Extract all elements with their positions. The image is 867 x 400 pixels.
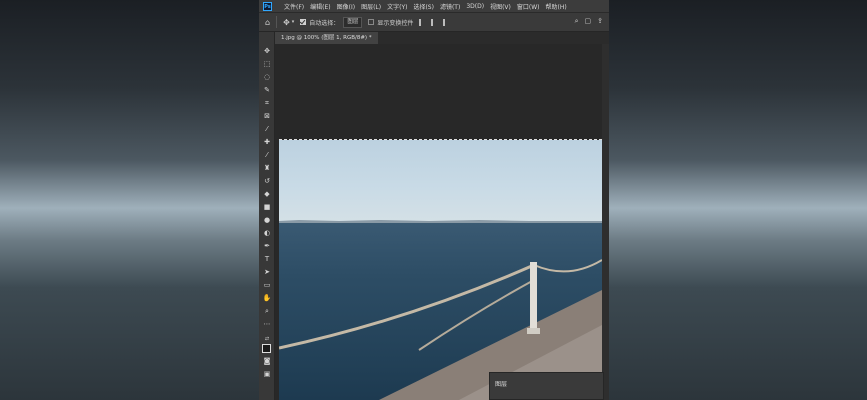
menu-help[interactable]: 帮助(H) <box>546 2 567 11</box>
align-right-icon[interactable] <box>443 18 451 26</box>
zoom-tool-icon[interactable]: ⌕ <box>262 306 272 316</box>
share-icon[interactable]: ⇪ <box>597 17 603 26</box>
dodge-tool-icon[interactable]: ◐ <box>262 228 272 238</box>
options-right-icons: ⌕ ▢ ⇪ <box>569 17 603 26</box>
frame-tool-icon[interactable]: ⊠ <box>262 111 272 121</box>
auto-select-checkbox[interactable] <box>300 19 307 25</box>
photoshop-logo: Ps <box>263 1 272 11</box>
history-brush-tool-icon[interactable]: ↺ <box>262 176 272 186</box>
show-transform-checkbox[interactable] <box>368 19 375 25</box>
path-select-tool-icon[interactable]: ➤ <box>262 267 272 277</box>
eraser-tool-icon[interactable]: ◆ <box>262 189 272 199</box>
more-tools-icon[interactable]: ⋯ <box>262 319 272 329</box>
foreground-color-swatch[interactable] <box>262 344 271 353</box>
clone-stamp-tool-icon[interactable]: ♜ <box>262 163 272 173</box>
crop-tool-icon[interactable]: ⌗ <box>262 98 272 108</box>
blur-tool-icon[interactable]: ● <box>262 215 272 225</box>
home-icon[interactable]: ⌂ <box>265 18 270 27</box>
swap-colors-icon[interactable]: ⇄ <box>262 334 272 344</box>
hand-tool-icon[interactable]: ✋ <box>262 293 272 303</box>
background-blur-left <box>0 0 259 400</box>
document-tab[interactable]: 1.jpg @ 100% (图层 1, RGB/8#) * <box>275 32 378 44</box>
layers-panel-title: 图层 <box>495 381 508 388</box>
color-swatches-icon[interactable] <box>262 344 274 356</box>
menu-bar: Ps 文件(F) 编辑(E) 图像(I) 图层(L) 文字(Y) 选择(S) 滤… <box>259 0 609 12</box>
lasso-tool-icon[interactable]: ◌ <box>262 72 272 82</box>
tools-panel: ✥ ⬚ ◌ ✎ ⌗ ⊠ ⁄ ✚ ⁄ ♜ ↺ ◆ ■ ● ◐ ✒ T ➤ ▭ ✋ … <box>259 32 275 400</box>
auto-select-dropdown[interactable]: 图层 <box>343 16 363 28</box>
auto-select-label: 自动选择： <box>309 19 340 27</box>
menu-edit[interactable]: 编辑(E) <box>310 2 330 11</box>
align-buttons <box>419 18 455 26</box>
move-tool-icon[interactable]: ✥ <box>262 46 272 56</box>
align-left-icon[interactable] <box>419 18 427 26</box>
options-bar: ⌂ ✥ ▾ 自动选择： 图层 显示变换控件 ⌕ ▢ ⇪ <box>259 12 609 32</box>
vertical-scrollbar[interactable] <box>602 44 609 400</box>
rectangle-tool-icon[interactable]: ▭ <box>262 280 272 290</box>
menu-type[interactable]: 文字(Y) <box>387 2 407 11</box>
menu-image[interactable]: 图像(I) <box>337 2 355 11</box>
menu-filter[interactable]: 滤镜(T) <box>440 2 460 11</box>
search-icon[interactable]: ⌕ <box>575 17 579 26</box>
document-tab-bar: 1.jpg @ 100% (图层 1, RGB/8#) * <box>275 32 609 44</box>
menu-window[interactable]: 窗口(W) <box>517 2 540 11</box>
background-blur-right <box>609 0 867 400</box>
align-center-icon[interactable] <box>431 18 439 26</box>
menu-layer[interactable]: 图层(L) <box>361 2 381 11</box>
move-icon[interactable]: ✥ <box>283 18 290 27</box>
menu-select[interactable]: 选择(S) <box>413 2 434 11</box>
quick-select-tool-icon[interactable]: ✎ <box>262 85 272 95</box>
menu-3d[interactable]: 3D(D) <box>466 3 484 10</box>
divider <box>276 16 278 28</box>
screen-mode-icon[interactable]: ▣ <box>262 369 272 379</box>
menu-view[interactable]: 视图(V) <box>490 2 511 11</box>
menu-file[interactable]: 文件(F) <box>284 2 304 11</box>
selection-marquee <box>279 139 602 400</box>
type-tool-icon[interactable]: T <box>262 254 272 264</box>
marquee-tool-icon[interactable]: ⬚ <box>262 59 272 69</box>
eyedropper-tool-icon[interactable]: ⁄ <box>262 124 272 134</box>
brush-tool-icon[interactable]: ⁄ <box>262 150 272 160</box>
gradient-tool-icon[interactable]: ■ <box>262 202 272 212</box>
healing-brush-tool-icon[interactable]: ✚ <box>262 137 272 147</box>
show-transform-label: 显示变换控件 <box>377 19 414 27</box>
pen-tool-icon[interactable]: ✒ <box>262 241 272 251</box>
layers-panel[interactable]: 图层 <box>489 372 604 400</box>
photoshop-window: Ps 文件(F) 编辑(E) 图像(I) 图层(L) 文字(Y) 选择(S) 滤… <box>259 0 609 400</box>
quick-mask-icon[interactable]: ◙ <box>262 356 272 366</box>
chevron-down-icon[interactable]: ▾ <box>292 19 295 25</box>
workspace-icon[interactable]: ▢ <box>585 17 592 26</box>
